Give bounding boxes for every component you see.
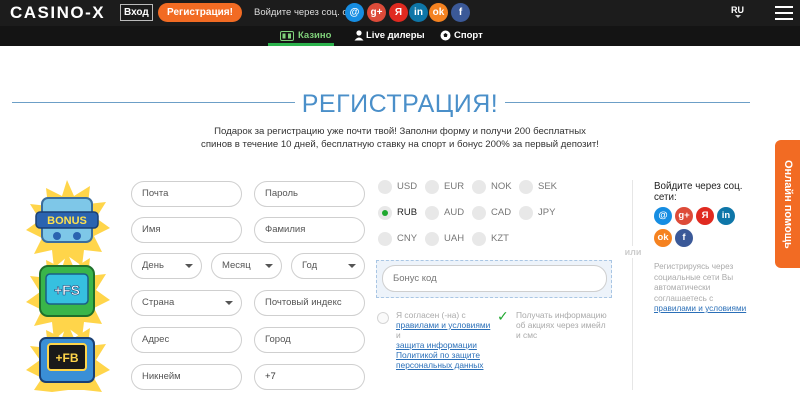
newsletter-label: Получать информацию об акциях через имей… (516, 310, 607, 340)
yandex-icon[interactable]: Я (389, 3, 408, 22)
birth-day-select[interactable]: День (131, 253, 202, 279)
side-facebook-icon[interactable]: f (675, 229, 693, 247)
currency-label: JPY (538, 207, 556, 218)
side-social-title: Войдите через соц. сети: (654, 181, 743, 203)
radio-dot[interactable] (425, 206, 439, 220)
page-description: Подарок за регистрацию уже почти твой! З… (201, 126, 599, 150)
radio-dot[interactable] (425, 180, 439, 194)
currency-label: NOK (491, 181, 512, 192)
soccer-ball-icon (440, 30, 451, 41)
terms-link[interactable]: правилами и условиями (396, 320, 490, 330)
radio-dot[interactable] (378, 232, 392, 246)
currency-label: UAH (444, 233, 465, 244)
top-bar: CASINO-X Вход Регистрация! Войдите через… (0, 0, 800, 26)
side-social-note: Регистрируясь через социальные сети Вы а… (654, 262, 754, 315)
mail-ru-icon[interactable]: @ (345, 3, 364, 22)
login-button[interactable]: Вход (120, 4, 153, 21)
last-name-field[interactable]: Фамилия (254, 217, 365, 243)
badge-text: +FB (55, 351, 78, 365)
nav-item-label: Спорт (454, 30, 483, 41)
bonus-promo-graphic: BONUS +FS +FB (26, 180, 110, 392)
google-plus-icon[interactable]: g+ (367, 3, 386, 22)
side-terms-link[interactable]: правилами и условиями (654, 304, 746, 313)
chevron-down-icon (225, 301, 233, 305)
bonus-code-input[interactable]: Бонус код (382, 265, 607, 292)
slots-icon (280, 31, 294, 41)
linkedin-icon[interactable]: in (409, 3, 428, 22)
side-mail-ru-icon[interactable]: @ (654, 207, 672, 225)
radio-dot[interactable] (472, 232, 486, 246)
currency-label: EUR (444, 181, 465, 192)
nav-item-label: Live дилеры (366, 30, 425, 41)
page-title: РЕГИСТРАЦИЯ! (301, 90, 499, 118)
badge-text: BONUS (47, 215, 87, 227)
select-value: День (142, 260, 164, 271)
privacy-policy-link[interactable]: Политикой по защите персональных данных (396, 350, 483, 370)
radio-dot[interactable] (378, 206, 392, 220)
title-divider-right (505, 102, 750, 103)
free-bet-robot-badge: +FB (39, 337, 95, 383)
dealer-icon (354, 30, 364, 41)
register-button[interactable]: Регистрация! (158, 3, 242, 22)
select-value: Год (302, 260, 318, 271)
select-value: Месяц (222, 260, 251, 271)
free-spins-robot-badge: +FS (39, 265, 95, 317)
terms-prefix: Я согласен (-на) с (396, 310, 466, 320)
country-select[interactable]: Страна (131, 290, 242, 316)
radio-dot[interactable] (472, 206, 486, 220)
terms-checkbox[interactable] (377, 312, 389, 324)
bonus-robot-badge: BONUS (35, 197, 99, 243)
side-note-text: Регистрируясь через социальные сети Вы а… (654, 262, 734, 303)
nickname-field[interactable]: Никнейм (131, 364, 242, 390)
currency-label: SEK (538, 181, 558, 192)
logo[interactable]: CASINO-X (10, 4, 105, 22)
facebook-icon[interactable]: f (451, 3, 470, 22)
password-field[interactable]: Пароль (254, 181, 365, 207)
checkmark-icon[interactable]: ✓ (497, 309, 509, 323)
currency-label: CNY (397, 233, 418, 244)
active-tab-indicator (268, 43, 334, 46)
email-field[interactable]: Почта (131, 181, 242, 207)
first-name-field[interactable]: Имя (131, 217, 242, 243)
language-selector[interactable]: RU (731, 5, 744, 15)
radio-dot[interactable] (425, 232, 439, 246)
radio-dot[interactable] (378, 180, 392, 194)
main-nav: Казино Live дилеры Спорт (0, 26, 800, 46)
online-help-label[interactable]: Онлайн помощь (778, 148, 797, 260)
odnoklassniki-icon[interactable]: ok (429, 3, 448, 22)
phone-field[interactable]: +7 (254, 364, 365, 390)
terms-and: и (396, 330, 401, 340)
birth-year-select[interactable]: Год (291, 253, 365, 279)
address-field[interactable]: Адрес (131, 327, 242, 353)
currency-label: CAD (491, 207, 512, 218)
zip-code-field[interactable]: Почтовый индекс (254, 290, 365, 316)
side-google-plus-icon[interactable]: g+ (675, 207, 693, 225)
chevron-down-icon (348, 264, 356, 268)
vertical-divider (632, 180, 633, 390)
side-linkedin-icon[interactable]: in (717, 207, 735, 225)
city-field[interactable]: Город (254, 327, 365, 353)
currency-label: AUD (444, 207, 465, 218)
privacy-prefix-link[interactable]: защита информации (396, 340, 477, 350)
currency-label: KZT (491, 233, 509, 244)
or-separator: или (622, 246, 644, 258)
side-odnoklassniki-icon[interactable]: ok (654, 229, 672, 247)
select-value: Страна (142, 297, 175, 308)
side-yandex-icon[interactable]: Я (696, 207, 714, 225)
terms-label: Я согласен (-на) с правилами и условиями… (396, 310, 491, 370)
chevron-down-icon[interactable] (735, 15, 741, 18)
birth-month-select[interactable]: Месяц (211, 253, 282, 279)
radio-dot[interactable] (472, 180, 486, 194)
currency-label: RUB (397, 207, 418, 218)
chevron-down-icon (265, 264, 273, 268)
badge-text: +FS (54, 282, 80, 298)
currency-label: USD (397, 181, 418, 192)
radio-dot[interactable] (519, 206, 533, 220)
radio-dot[interactable] (519, 180, 533, 194)
title-divider-left (12, 102, 295, 103)
chevron-down-icon (185, 264, 193, 268)
hamburger-menu-icon[interactable] (775, 6, 793, 20)
